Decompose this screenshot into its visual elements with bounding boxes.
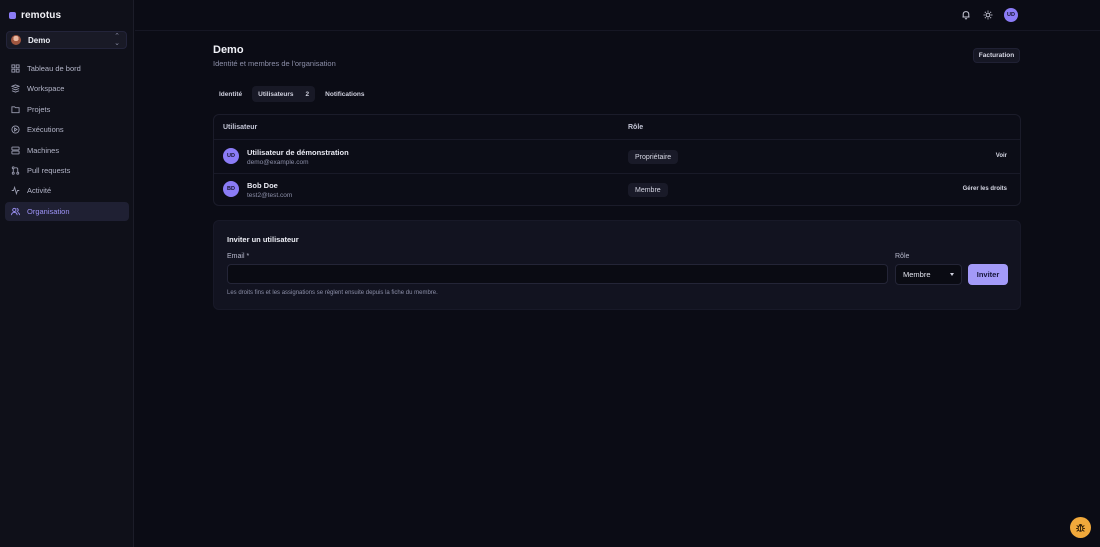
bug-icon: [1076, 524, 1085, 532]
server-icon: [11, 146, 20, 154]
users-table: Utilisateur Rôle UD Utilisateur de démon…: [213, 114, 1021, 206]
bell-icon[interactable]: [960, 10, 971, 21]
sidebar-item-activity[interactable]: Activité: [5, 181, 129, 200]
org-switcher-label: Demo: [28, 35, 51, 45]
tab-users[interactable]: Utilisateurs 2: [252, 86, 316, 102]
users-icon: [11, 207, 20, 215]
caret-down-icon: [950, 273, 954, 276]
role-label: Rôle: [895, 253, 910, 260]
user-avatar[interactable]: UD: [1004, 8, 1018, 22]
sidebar-item-label: Activité: [27, 186, 52, 196]
sidebar-item-label: Organisation: [27, 206, 70, 216]
page-subtitle: Identité et membres de l'organisation: [213, 59, 336, 68]
billing-button[interactable]: Facturation: [973, 48, 1020, 63]
sidebar-item-label: Workspace: [27, 84, 65, 94]
brand-logo-icon: [9, 12, 16, 19]
sidebar: remotus Demo ⌃ ⌄ Tableau de bord Workspac…: [0, 0, 134, 547]
avatar: BD: [223, 181, 239, 197]
table-header: Utilisateur Rôle: [214, 115, 1020, 140]
view-user-button[interactable]: Voir: [996, 153, 1007, 159]
sidebar-item-pull-requests[interactable]: Pull requests: [5, 161, 129, 180]
tab-label: Identité: [219, 90, 243, 98]
topbar-divider: [135, 30, 1100, 31]
invite-button[interactable]: Inviter: [968, 264, 1008, 285]
tab-notifications[interactable]: Notifications: [319, 86, 370, 102]
tab-identity[interactable]: Identité: [213, 86, 248, 102]
column-header-user: Utilisateur: [223, 124, 258, 131]
email-label: Email *: [227, 253, 250, 260]
bug-report-button[interactable]: [1070, 517, 1091, 538]
sidebar-item-workspace[interactable]: Workspace: [5, 79, 129, 98]
sun-icon[interactable]: [982, 10, 993, 21]
table-row: BD Bob Doe test2@test.com Membre Gérer l…: [214, 174, 1020, 207]
page-title: Demo: [213, 44, 244, 56]
sidebar-item-label: Exécutions: [27, 125, 64, 135]
sidebar-item-organisation[interactable]: Organisation: [5, 201, 129, 221]
role-badge: Propriétaire: [628, 150, 679, 164]
git-pull-request-icon: [11, 166, 20, 175]
folder-icon: [11, 106, 20, 113]
chevron-up-down-icon: ⌃ ⌄: [114, 33, 120, 47]
org-switcher[interactable]: Demo ⌃ ⌄: [6, 31, 127, 49]
tab-label: Notifications: [325, 90, 365, 98]
sidebar-item-projects[interactable]: Projets: [5, 100, 129, 119]
dashboard-icon: [11, 64, 20, 73]
invite-user-card: Inviter un utilisateur Email * Rôle Memb…: [213, 220, 1021, 310]
user-name: Bob Doe: [247, 181, 278, 190]
sidebar-item-label: Projets: [27, 104, 51, 114]
invite-help-text: Les droits fins et les assignations se r…: [227, 290, 438, 296]
user-email: test2@test.com: [247, 192, 293, 199]
brand[interactable]: remotus: [9, 10, 61, 21]
invite-title: Inviter un utilisateur: [227, 235, 299, 244]
tab-count-badge: 2: [305, 90, 310, 98]
email-field[interactable]: [227, 264, 888, 284]
play-circle-icon: [11, 125, 20, 134]
workspace-icon: [11, 84, 20, 93]
sidebar-item-label: Pull requests: [27, 165, 71, 175]
brand-name: remotus: [21, 10, 62, 21]
role-select[interactable]: Membre: [895, 264, 962, 285]
column-header-role: Rôle: [628, 124, 644, 131]
org-avatar: [11, 35, 21, 45]
user-name: Utilisateur de démonstration: [247, 148, 349, 157]
sidebar-nav: Tableau de bord Workspace Projets Exécut…: [5, 59, 129, 222]
sidebar-item-machines[interactable]: Machines: [5, 141, 129, 160]
avatar: UD: [223, 148, 239, 164]
role-select-value: Membre: [903, 270, 931, 279]
table-row: UD Utilisateur de démonstration demo@exa…: [214, 141, 1020, 174]
role-badge: Membre: [628, 183, 668, 197]
activity-icon: [11, 186, 20, 196]
sidebar-item-label: Tableau de bord: [27, 64, 81, 73]
manage-rights-button[interactable]: Gérer les droits: [963, 186, 1007, 192]
user-email: demo@example.com: [247, 159, 309, 166]
sidebar-item-dashboard[interactable]: Tableau de bord: [5, 59, 129, 78]
tab-label: Utilisateurs: [258, 90, 294, 98]
topbar-actions: UD: [960, 8, 1018, 22]
sidebar-item-executions[interactable]: Exécutions: [5, 120, 129, 139]
sidebar-item-label: Machines: [27, 145, 60, 155]
org-tabs: Identité Utilisateurs 2 Notifications: [213, 86, 371, 102]
